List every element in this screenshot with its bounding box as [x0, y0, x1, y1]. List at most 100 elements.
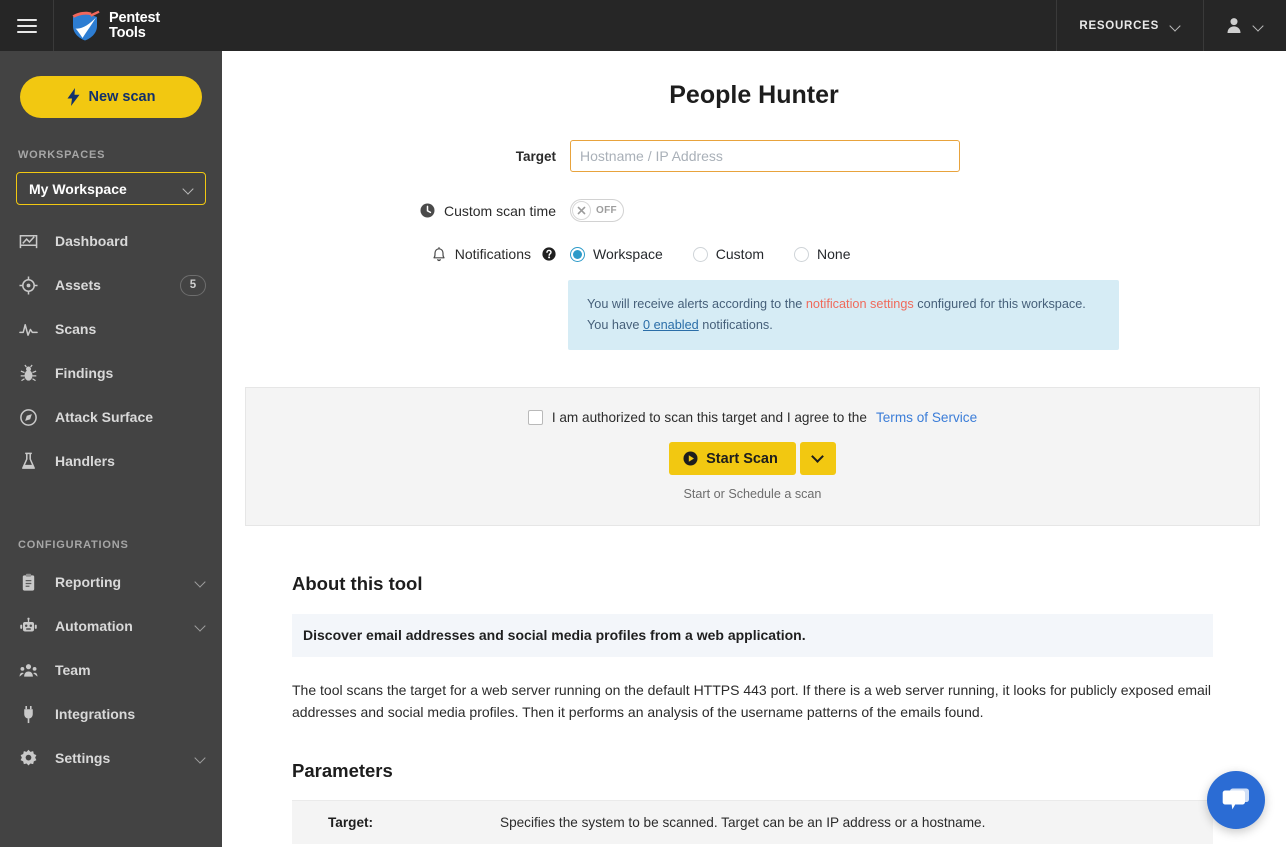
assets-count-badge: 5 — [180, 274, 206, 296]
sidebar-item-dashboard[interactable]: Dashboard — [0, 219, 222, 263]
chevron-down-icon — [811, 450, 825, 463]
attack-surface-compass-icon — [18, 407, 38, 427]
enabled-notifications-link[interactable]: 0 enabled — [643, 318, 699, 332]
dashboard-icon — [18, 231, 38, 251]
authorization-row: I am authorized to scan this target and … — [246, 410, 1259, 425]
play-icon — [683, 451, 698, 466]
automation-robot-icon — [18, 616, 38, 636]
sidebar-item-label: Scans — [55, 321, 97, 337]
findings-bug-icon — [18, 363, 38, 383]
sidebar-config-list: Reporting Automation Team Integrations S… — [0, 560, 222, 780]
start-scan-button[interactable]: Start Scan — [669, 442, 796, 475]
terms-of-service-link[interactable]: Terms of Service — [876, 410, 977, 425]
assets-target-icon — [18, 275, 38, 295]
notification-option-workspace[interactable]: Workspace — [570, 246, 663, 262]
tool-description: The tool scans the target for a web serv… — [292, 682, 1212, 720]
radio-label: Workspace — [593, 246, 663, 262]
radio-label: Custom — [715, 246, 765, 262]
close-x-icon — [577, 206, 586, 215]
notifications-label-wrap: Notifications — [222, 246, 570, 262]
scan-form: Target Custom scan time OFF — [222, 140, 1286, 350]
team-people-icon — [18, 660, 38, 680]
chevron-down-icon — [196, 621, 206, 631]
notification-option-custom[interactable]: Custom — [692, 246, 765, 262]
radio-custom[interactable] — [692, 246, 708, 262]
start-scan-dropdown-button[interactable] — [799, 442, 836, 475]
sidebar-item-automation[interactable]: Automation — [0, 604, 222, 648]
brand-line-1: Pentest — [109, 9, 160, 26]
new-scan-button[interactable]: New scan — [20, 76, 202, 118]
authorization-checkbox[interactable] — [527, 410, 543, 425]
integrations-plug-icon — [18, 704, 38, 724]
account-menu[interactable] — [1203, 0, 1286, 51]
about-section: About this tool Discover email addresses… — [292, 573, 1213, 844]
bell-icon — [433, 247, 445, 262]
sidebar-item-label: Assets — [55, 277, 101, 293]
new-scan-label: New scan — [88, 89, 156, 105]
hamburger-icon — [16, 18, 37, 33]
person-icon — [1227, 18, 1241, 33]
workspace-selected-label: My Workspace — [29, 180, 127, 197]
sidebar-item-label: Dashboard — [55, 233, 129, 249]
sidebar-nav-list: Dashboard Assets 5 Scans Findings Attack… — [0, 219, 222, 483]
chevron-down-icon — [196, 753, 206, 763]
clock-icon — [420, 203, 435, 218]
sidebar-item-reporting[interactable]: Reporting — [0, 560, 222, 604]
alert-text-3: You have — [587, 318, 643, 332]
sidebar-item-settings[interactable]: Settings — [0, 736, 222, 780]
target-input[interactable] — [570, 140, 960, 172]
notifications-row: Notifications Workspace Custom None — [222, 246, 1286, 262]
radio-none[interactable] — [794, 246, 810, 262]
sidebar-item-label: Automation — [55, 618, 133, 634]
main-content: People Hunter Target Custom scan time — [222, 51, 1286, 847]
toggle-state-label: OFF — [596, 205, 617, 216]
sidebar-item-label: Team — [55, 662, 91, 678]
alert-text-2: configured for this workspace. — [913, 297, 1086, 311]
alert-text-1: You will receive alerts according to the — [587, 297, 806, 311]
chevron-down-icon — [196, 577, 206, 587]
sidebar-item-label: Settings — [55, 750, 111, 766]
radio-workspace[interactable] — [570, 246, 585, 262]
custom-scan-time-toggle[interactable]: OFF — [570, 199, 624, 222]
sidebar-item-integrations[interactable]: Integrations — [0, 692, 222, 736]
toggle-knob — [572, 201, 591, 220]
brand-line-2: Tools — [109, 24, 146, 41]
reporting-clipboard-icon — [18, 572, 38, 592]
about-heading: About this tool — [292, 573, 423, 594]
custom-scan-time-label: Custom scan time — [443, 202, 556, 219]
lightning-bolt-icon — [67, 88, 80, 106]
workspace-selector[interactable]: My Workspace — [16, 172, 206, 205]
sidebar-item-team[interactable]: Team — [0, 648, 222, 692]
chevron-down-icon — [1171, 21, 1181, 31]
menu-toggle-button[interactable] — [0, 0, 54, 51]
alert-text-4: notifications. — [698, 318, 773, 332]
brand-text: Pentest Tools — [109, 9, 160, 41]
authorization-text: I am authorized to scan this target and … — [551, 410, 867, 425]
sidebar-item-assets[interactable]: Assets 5 — [0, 263, 222, 307]
chat-widget-button[interactable] — [1207, 771, 1265, 829]
target-label: Target — [515, 148, 556, 164]
scans-pulse-icon — [18, 319, 38, 339]
sidebar-item-attack-surface[interactable]: Attack Surface — [0, 395, 222, 439]
notification-settings-link[interactable]: notification settings — [806, 297, 914, 311]
workspaces-heading: WORKSPACES — [18, 149, 106, 161]
handlers-flask-icon — [18, 451, 38, 471]
resources-label: RESOURCES — [1079, 19, 1159, 32]
start-scan-hint: Start or Schedule a scan — [683, 487, 822, 501]
notification-option-none[interactable]: None — [794, 246, 850, 262]
help-circle-icon[interactable] — [542, 247, 556, 261]
param-key: Target: — [328, 815, 374, 830]
sidebar-item-scans[interactable]: Scans — [0, 307, 222, 351]
alert-line-1: You will receive alerts according to the… — [587, 294, 1101, 315]
sidebar-item-label: Reporting — [55, 574, 122, 590]
target-row: Target — [222, 140, 1286, 172]
top-header: Pentest Tools RESOURCES — [0, 0, 1286, 51]
chat-bubbles-icon — [1222, 788, 1249, 810]
tool-summary: Discover email addresses and social medi… — [292, 614, 1213, 657]
resources-menu[interactable]: RESOURCES — [1056, 0, 1203, 51]
start-scan-label: Start Scan — [706, 450, 778, 467]
chevron-down-icon — [184, 184, 194, 194]
brand-logo[interactable]: Pentest Tools — [54, 10, 160, 42]
sidebar-item-handlers[interactable]: Handlers — [0, 439, 222, 483]
sidebar-item-findings[interactable]: Findings — [0, 351, 222, 395]
